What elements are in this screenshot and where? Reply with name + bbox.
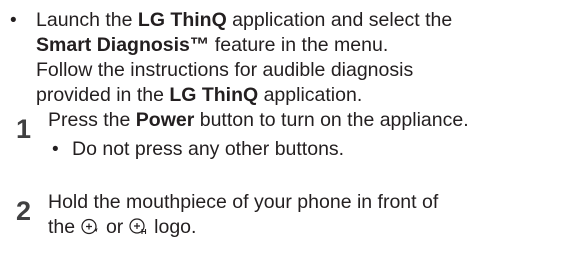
step-number: 1 <box>16 114 32 144</box>
bullet-dot: • <box>10 10 17 31</box>
intro-line-3: Follow the instructions for audible diag… <box>36 59 414 81</box>
step-text: Hold the mouthpiece of your phone in fro… <box>48 190 577 240</box>
step-1-sub-bullet: • Do not press any other buttons. <box>48 137 577 162</box>
step-2-line-1: Hold the mouthpiece of your phone in fro… <box>48 191 439 213</box>
intro-line-4: provided in the LG ThinQ application. <box>36 84 363 106</box>
intro-bullet-text: Launch the LG ThinQ application and sele… <box>36 8 570 108</box>
power-button-name: Power <box>135 109 195 131</box>
smart-diagnosis-logo-icon <box>80 218 98 235</box>
intro-line-1: Launch the LG ThinQ application and sele… <box>36 9 453 31</box>
intro-line-2: Smart Diagnosis™ feature in the menu. <box>36 34 389 56</box>
cropped-previous-line <box>0 0 577 6</box>
feature-name: Smart Diagnosis™ <box>36 34 210 56</box>
bullet-dot: • <box>52 139 59 160</box>
app-name: LG ThinQ <box>137 9 227 31</box>
step-2-line-2: the or logo. <box>48 216 197 238</box>
step-text: Press the Power button to turn on the ap… <box>48 108 577 162</box>
app-name: LG ThinQ <box>169 84 259 106</box>
smart-diagnosis-alt-logo-icon <box>129 218 146 234</box>
intro-bullet-row: • Launch the LG ThinQ application and se… <box>10 8 570 108</box>
sub-bullet-text: Do not press any other buttons. <box>72 138 345 160</box>
intro-bullet: • Launch the LG ThinQ application and se… <box>10 8 570 108</box>
step-1-line: Press the Power button to turn on the ap… <box>48 109 469 131</box>
step-number: 2 <box>16 196 32 226</box>
